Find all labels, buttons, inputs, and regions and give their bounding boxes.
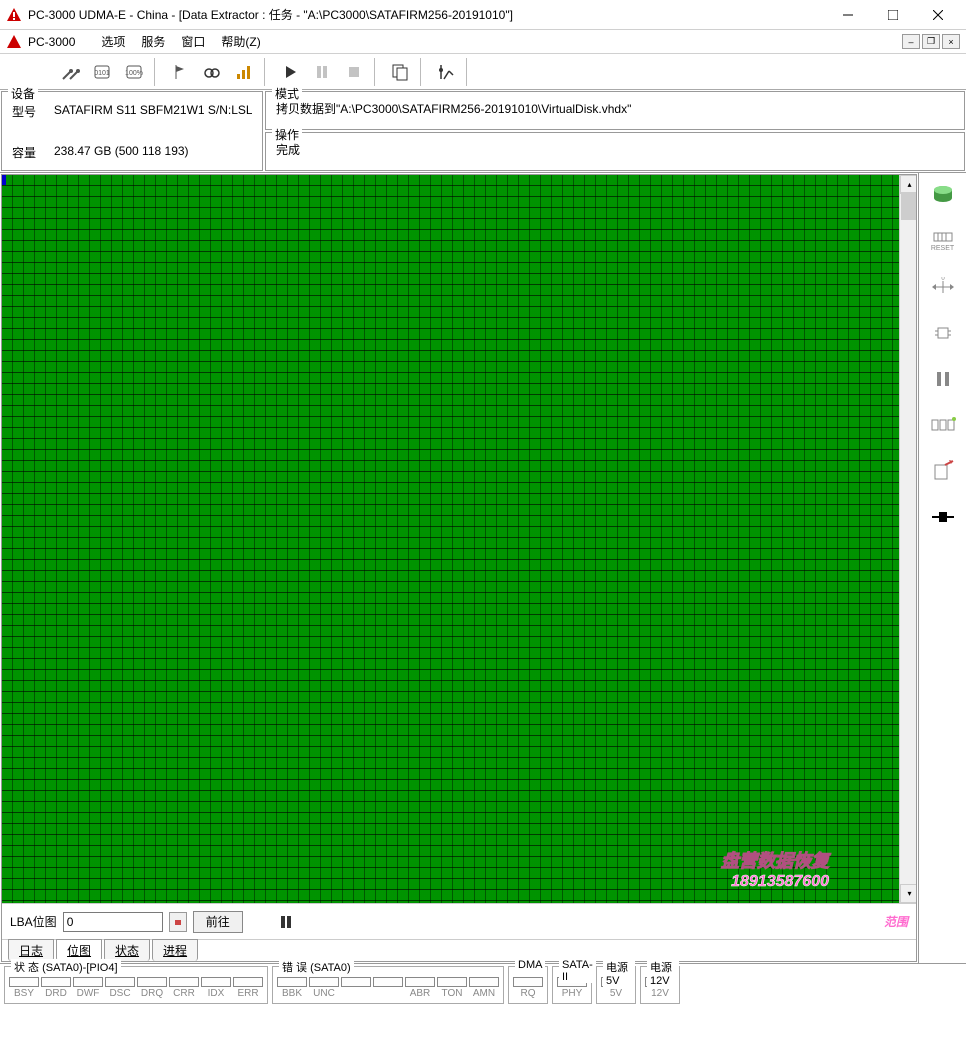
- info-panels: 设备 型号 SATAFIRM S11 SBFM21W1 S/N:LSL 容量 2…: [0, 90, 966, 173]
- menu-options[interactable]: 选项: [93, 31, 133, 53]
- window-title: PC-3000 UDMA-E - China - [Data Extractor…: [28, 6, 825, 23]
- status-sata0: 状 态 (SATA0)-[PIO4] BSY DRD DWF DSC DRQ C…: [4, 966, 268, 1004]
- mode-value: 拷贝数据到"A:\PC3000\SATAFIRM256-20191010\Vir…: [276, 100, 954, 117]
- device-info-box: 设备 型号 SATAFIRM S11 SBFM21W1 S/N:LSL 容量 2…: [1, 91, 263, 171]
- svg-text:0: 0: [941, 277, 945, 282]
- minimize-button[interactable]: [825, 0, 870, 29]
- lba-range-label: 范围: [884, 913, 908, 930]
- right-measure-icon[interactable]: 0: [927, 271, 959, 303]
- status-power5v: 电源 5V 5V: [596, 966, 636, 1004]
- watermark: 盘营数据恢复 18913587600: [721, 847, 829, 891]
- status-power12v: 电源 12V 12V: [640, 966, 680, 1004]
- menubar: PC-3000 选项 服务 窗口 帮助(Z) – ❐ ×: [0, 30, 966, 54]
- tool-percent-icon[interactable]: 100%: [118, 56, 150, 88]
- svg-text:100%: 100%: [125, 70, 143, 77]
- status-area: 状 态 (SATA0)-[PIO4] BSY DRD DWF DSC DRQ C…: [0, 963, 966, 1006]
- svg-text:0101: 0101: [94, 70, 110, 77]
- sector-grid: 盘营数据恢复 18913587600: [2, 175, 899, 903]
- tool-hdd-icon[interactable]: 0101: [86, 56, 118, 88]
- mode-legend: 模式: [272, 85, 302, 102]
- mdi-restore-button[interactable]: ❐: [922, 34, 940, 49]
- op-value: 完成: [276, 141, 954, 158]
- right-disk-icon[interactable]: [927, 179, 959, 211]
- tabs-row: 日志 位图 状态 进程: [2, 939, 916, 961]
- tab-process[interactable]: 进程: [152, 939, 198, 961]
- main-area: 盘营数据恢复 18913587600 LBA位图 前往 范围 日志 位图 状态 …: [0, 173, 966, 963]
- right-cluster-icon[interactable]: [927, 409, 959, 441]
- tool-exit-icon[interactable]: [430, 56, 462, 88]
- right-chip-icon[interactable]: [927, 317, 959, 349]
- status-sata2: SATA-II PHY: [552, 966, 592, 1004]
- watermark-line2: 18913587600: [721, 873, 829, 891]
- app-icon: [6, 7, 22, 23]
- lba-pause-icon[interactable]: [279, 915, 293, 929]
- app-label: PC-3000: [28, 35, 75, 49]
- status-dma: DMA RQ: [508, 966, 548, 1004]
- right-pause-icon[interactable]: [927, 363, 959, 395]
- lba-label: LBA位图: [10, 913, 57, 930]
- model-value: SATAFIRM S11 SBFM21W1 S/N:LSL: [54, 103, 252, 120]
- capacity-value: 238.47 GB (500 118 193): [54, 144, 189, 161]
- operation-info-box: 操作 完成: [265, 132, 965, 171]
- right-reset-icon[interactable]: RESET: [927, 225, 959, 257]
- lba-go-button[interactable]: 前往: [193, 911, 243, 933]
- main-toolbar: 0101 100%: [0, 54, 966, 90]
- tab-log[interactable]: 日志: [8, 939, 54, 961]
- lba-input[interactable]: [63, 912, 163, 932]
- tool-pause-icon[interactable]: [306, 56, 338, 88]
- lba-marker-button[interactable]: [169, 912, 187, 932]
- device-legend: 设备: [8, 85, 38, 102]
- mdi-minimize-button[interactable]: –: [902, 34, 920, 49]
- tool-copy-icon[interactable]: [384, 56, 416, 88]
- menu-service[interactable]: 服务: [133, 31, 173, 53]
- maximize-button[interactable]: [870, 0, 915, 29]
- status-error: 错 误 (SATA0) BBK UNC ABR TON AMN: [272, 966, 504, 1004]
- tool-stop-icon[interactable]: [338, 56, 370, 88]
- menu-help[interactable]: 帮助(Z): [213, 31, 268, 53]
- mdi-close-button[interactable]: ×: [942, 34, 960, 49]
- tool-flag-icon[interactable]: [164, 56, 196, 88]
- op-legend: 操作: [272, 126, 302, 143]
- lba-bar: LBA位图 前往 范围: [2, 903, 916, 939]
- menu-window[interactable]: 窗口: [173, 31, 213, 53]
- tool-chart-icon[interactable]: [228, 56, 260, 88]
- scrollbar-thumb[interactable]: [901, 192, 916, 220]
- mode-info-box: 模式 拷贝数据到"A:\PC3000\SATAFIRM256-20191010\…: [265, 91, 965, 130]
- tab-status[interactable]: 状态: [104, 939, 150, 961]
- tool-play-icon[interactable]: [274, 56, 306, 88]
- tool-binoculars-icon[interactable]: [196, 56, 228, 88]
- right-toolbar: RESET 0: [918, 173, 966, 963]
- right-remove-icon[interactable]: [927, 455, 959, 487]
- tool-settings-icon[interactable]: [54, 56, 86, 88]
- program-icon: [6, 34, 22, 50]
- vertical-scrollbar[interactable]: [899, 175, 916, 903]
- sector-area: 盘营数据恢复 18913587600 LBA位图 前往 范围 日志 位图 状态 …: [1, 174, 917, 962]
- right-target-icon[interactable]: [927, 501, 959, 533]
- tab-bitmap[interactable]: 位图: [56, 939, 102, 961]
- capacity-label: 容量: [12, 144, 54, 161]
- window-titlebar: PC-3000 UDMA-E - China - [Data Extractor…: [0, 0, 966, 30]
- watermark-line1: 盘营数据恢复: [721, 847, 829, 873]
- sector-map[interactable]: 盘营数据恢复 18913587600: [2, 175, 916, 903]
- model-label: 型号: [12, 103, 54, 120]
- mdi-controls: – ❐ ×: [902, 34, 960, 49]
- close-button[interactable]: [915, 0, 960, 29]
